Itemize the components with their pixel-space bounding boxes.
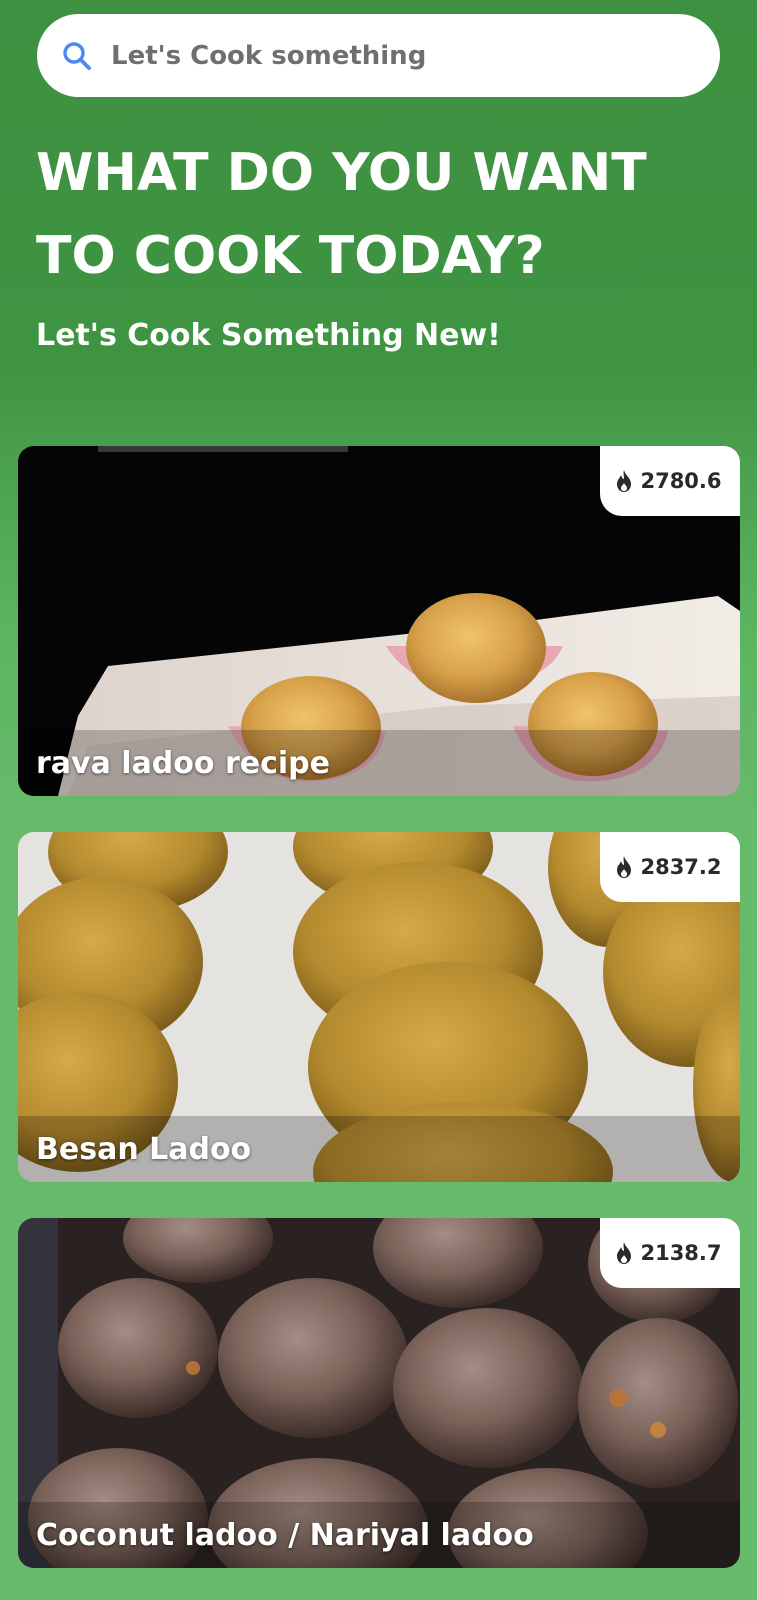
calorie-value: 2837.2 [640,855,722,879]
calorie-value: 2138.7 [640,1241,722,1265]
recipe-card[interactable]: 2780.6 rava ladoo recipe [18,446,740,796]
calorie-badge: 2138.7 [600,1218,740,1288]
search-input[interactable] [111,40,671,71]
card-caption: Coconut ladoo / Nariyal ladoo [18,1502,740,1568]
recipe-card[interactable]: 2837.2 Besan Ladoo [18,832,740,1182]
recipe-title: rava ladoo recipe [36,745,330,781]
recipe-card[interactable]: 2138.7 Coconut ladoo / Nariyal ladoo [18,1218,740,1568]
calorie-badge: 2837.2 [600,832,740,902]
flame-icon [617,856,632,878]
search-bar[interactable] [37,14,720,97]
flame-icon [617,1242,632,1264]
search-icon [61,40,93,72]
calorie-badge: 2780.6 [600,446,740,516]
calorie-value: 2780.6 [640,469,722,493]
page-title: WHAT DO YOU WANT TO COOK TODAY? [36,143,647,286]
recipe-title: Besan Ladoo [36,1131,252,1167]
page-subtitle: Let's Cook Something New! [36,318,501,353]
card-caption: rava ladoo recipe [18,730,740,796]
card-caption: Besan Ladoo [18,1116,740,1182]
recipe-title: Coconut ladoo / Nariyal ladoo [36,1517,534,1553]
flame-icon [617,470,632,492]
